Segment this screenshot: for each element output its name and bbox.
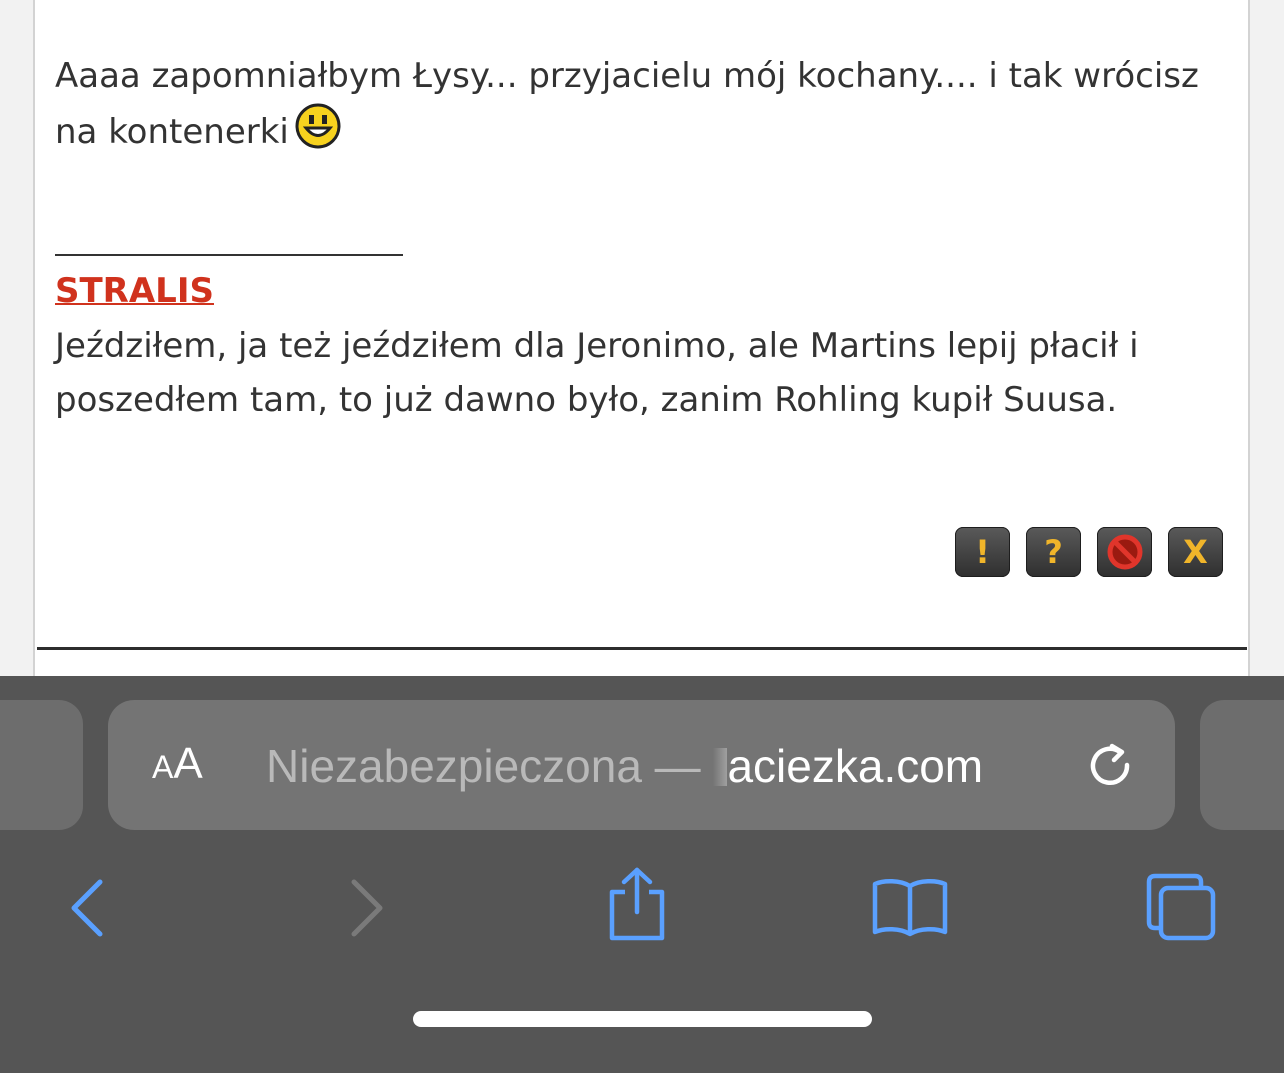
- question-icon: ?: [1044, 533, 1063, 571]
- exclamation-icon: !: [975, 533, 990, 571]
- delete-button[interactable]: X: [1168, 527, 1223, 577]
- forward-icon[interactable]: [344, 876, 390, 940]
- block-button[interactable]: [1097, 527, 1152, 577]
- signature-link[interactable]: STRALIS: [55, 266, 214, 316]
- back-icon[interactable]: [64, 876, 110, 940]
- share-icon[interactable]: [604, 866, 670, 942]
- reader-small-a: A: [152, 749, 174, 785]
- url-fade: [713, 748, 728, 786]
- reader-settings-button[interactable]: AA: [152, 738, 203, 800]
- url-text[interactable]: Niezabezpieczona — aciezka.com: [266, 738, 1056, 794]
- bookmarks-icon[interactable]: [870, 876, 950, 938]
- safari-toolbar: AA Niezabezpieczona — aciezka.com: [0, 676, 1284, 1073]
- forum-post: Aaaa zapomniałbym Łysy... przyjacielu mó…: [33, 0, 1250, 676]
- previous-tab-preview[interactable]: [0, 700, 83, 830]
- security-status: Niezabezpieczona —: [266, 740, 714, 792]
- url-domain: aciezka.com: [727, 740, 984, 792]
- post-separator: [37, 647, 1247, 650]
- smiley-icon: [295, 103, 341, 149]
- report-button[interactable]: !: [955, 527, 1010, 577]
- post-paragraph-2: Jeździłem, ja też jeździłem dla Jeronimo…: [55, 326, 1139, 420]
- reader-big-a: A: [173, 739, 203, 788]
- web-page-viewport: Aaaa zapomniałbym Łysy... przyjacielu mó…: [0, 0, 1284, 676]
- post-paragraph-1-text: Aaaa zapomniałbym Łysy... przyjacielu mó…: [55, 56, 1199, 152]
- signature-divider: [55, 254, 403, 256]
- close-icon: X: [1183, 533, 1208, 571]
- post-paragraph-1: Aaaa zapomniałbym Łysy... przyjacielu mó…: [55, 49, 1225, 159]
- tabs-icon[interactable]: [1145, 872, 1219, 942]
- next-tab-preview[interactable]: [1200, 700, 1284, 830]
- prohibited-icon: [1107, 534, 1142, 570]
- post-actions: ! ? X: [955, 527, 1223, 577]
- home-indicator[interactable]: [413, 1011, 872, 1027]
- help-button[interactable]: ?: [1026, 527, 1081, 577]
- reload-icon[interactable]: [1083, 738, 1137, 792]
- address-bar[interactable]: AA Niezabezpieczona — aciezka.com: [108, 700, 1175, 830]
